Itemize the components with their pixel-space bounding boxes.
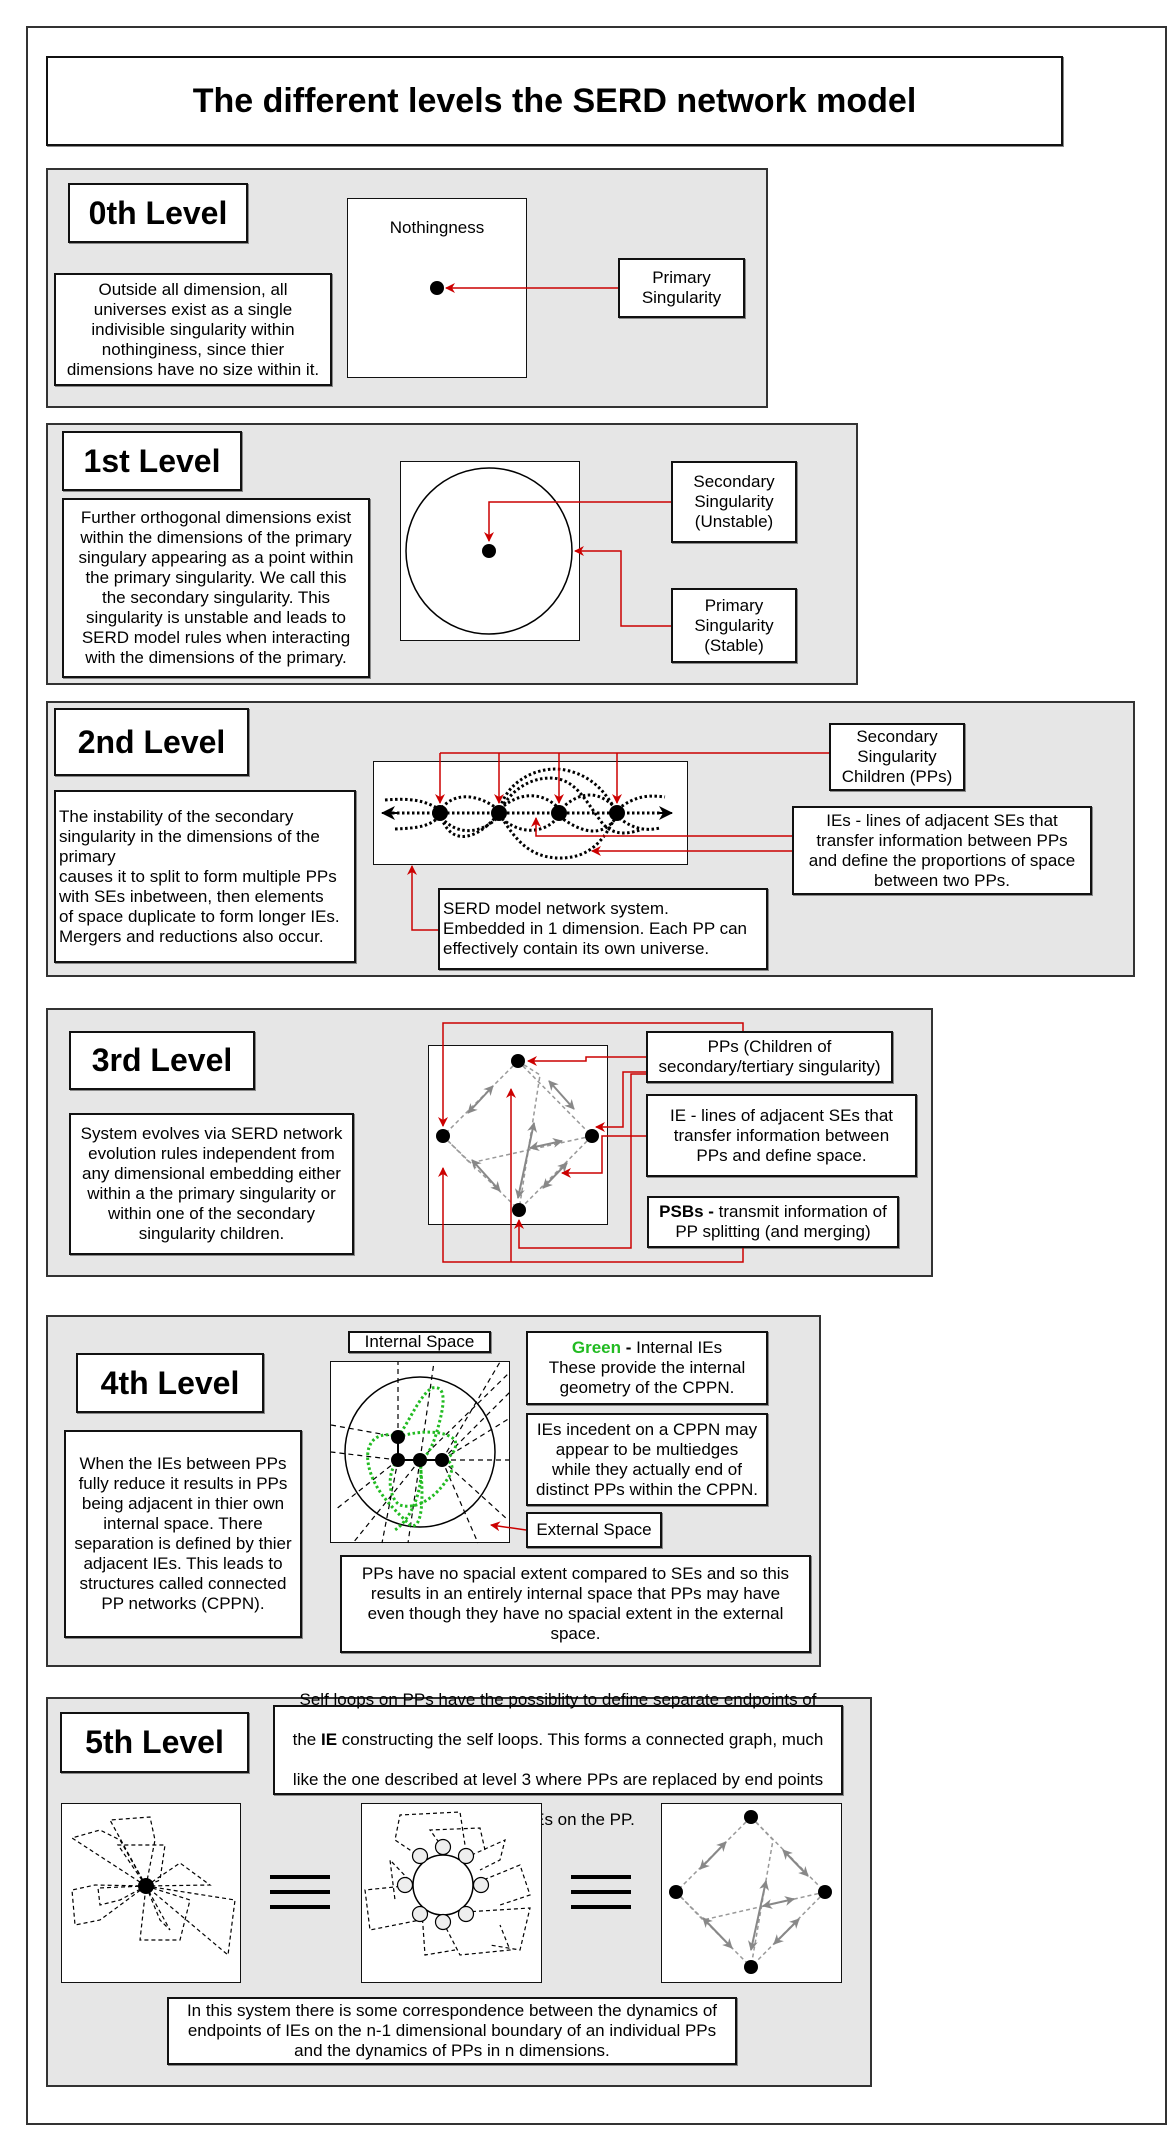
pp-node-with-loops bbox=[138, 1878, 154, 1894]
pp-node-top bbox=[511, 1054, 525, 1068]
ie-endpoint bbox=[434, 1913, 452, 1931]
endpoint-node-bottom bbox=[744, 1960, 758, 1974]
pp-nodes bbox=[436, 1054, 599, 1217]
endpoint-node-right bbox=[818, 1885, 832, 1899]
ie-endpoint bbox=[434, 1838, 452, 1856]
pp-node-left bbox=[436, 1129, 450, 1143]
primary-stable-arrow bbox=[574, 546, 671, 627]
cppn-nodes bbox=[391, 1430, 449, 1467]
ie-endpoint bbox=[411, 1905, 429, 1923]
cppn-node bbox=[435, 1453, 449, 1467]
equivalence-sign-2 bbox=[571, 1875, 631, 1909]
pp-node-right bbox=[585, 1129, 599, 1143]
pp-boundary-circle bbox=[412, 1854, 474, 1916]
pp-node-bottom bbox=[512, 1203, 526, 1217]
ie-callout-arrow-1 bbox=[531, 817, 792, 837]
pp-point bbox=[609, 805, 625, 821]
pp-callout-arrows bbox=[435, 752, 829, 804]
primary-singularity-point bbox=[430, 281, 444, 295]
ie-endpoint bbox=[472, 1876, 490, 1894]
ie-endpoint bbox=[396, 1876, 414, 1894]
diagram-overlay bbox=[70, 281, 832, 1974]
cppn-node bbox=[391, 1453, 405, 1467]
external-ie-lines bbox=[330, 1361, 511, 1544]
secondary-singularity-point bbox=[482, 544, 496, 558]
endpoint-graph-edges bbox=[675, 1816, 826, 1968]
endpoint-node-top bbox=[744, 1810, 758, 1824]
ie-dashed-edges bbox=[442, 1060, 593, 1211]
pp-point bbox=[432, 805, 448, 821]
ie-endpoint bbox=[457, 1847, 475, 1865]
ie-endpoint bbox=[457, 1905, 475, 1923]
ie-endpoint bbox=[411, 1847, 429, 1865]
pp-point bbox=[491, 805, 507, 821]
pp-point bbox=[551, 805, 567, 821]
cppn-node bbox=[391, 1430, 405, 1444]
serd-system-arrow bbox=[407, 865, 438, 931]
equivalence-sign-1 bbox=[270, 1875, 330, 1909]
endpoint-graph-arrows bbox=[699, 1841, 809, 1951]
endpoint-node-left bbox=[669, 1885, 683, 1899]
cppn-node bbox=[413, 1453, 427, 1467]
external-space-arrow bbox=[490, 1521, 527, 1532]
ie-double-arrows bbox=[467, 1080, 575, 1199]
